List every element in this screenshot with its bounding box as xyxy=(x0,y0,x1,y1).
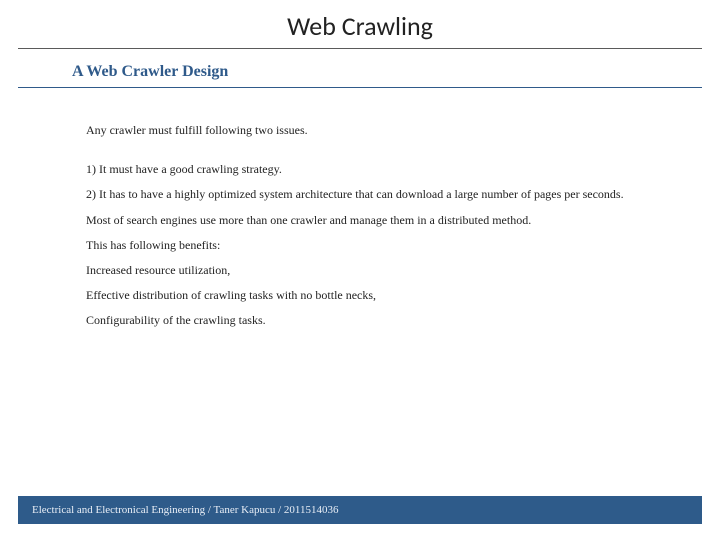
footer-bar: Electrical and Electronical Engineering … xyxy=(18,496,702,524)
body-line-6: Effective distribution of crawling tasks… xyxy=(86,283,648,308)
title-wrap: Web Crawling xyxy=(0,0,720,42)
body-line-2: 2) It has to have a highly optimized sys… xyxy=(86,182,648,207)
body-intro: Any crawler must fulfill following two i… xyxy=(86,118,648,143)
body-line-4: This has following benefits: xyxy=(86,233,648,258)
body-content: Any crawler must fulfill following two i… xyxy=(86,118,648,334)
footer-text: Electrical and Electronical Engineering … xyxy=(32,504,339,516)
slide: { "title": "Web Crawling", "subtitle": "… xyxy=(0,0,720,540)
body-line-7: Configurability of the crawling tasks. xyxy=(86,308,648,333)
section-divider xyxy=(18,87,702,88)
body-line-5: Increased resource utilization, xyxy=(86,258,648,283)
page-title: Web Crawling xyxy=(287,10,433,42)
paragraph-gap xyxy=(86,143,648,157)
body-line-1: 1) It must have a good crawling strategy… xyxy=(86,157,648,182)
section-heading: A Web Crawler Design xyxy=(72,63,720,81)
body-line-3: Most of search engines use more than one… xyxy=(86,208,648,233)
title-divider xyxy=(18,48,702,49)
